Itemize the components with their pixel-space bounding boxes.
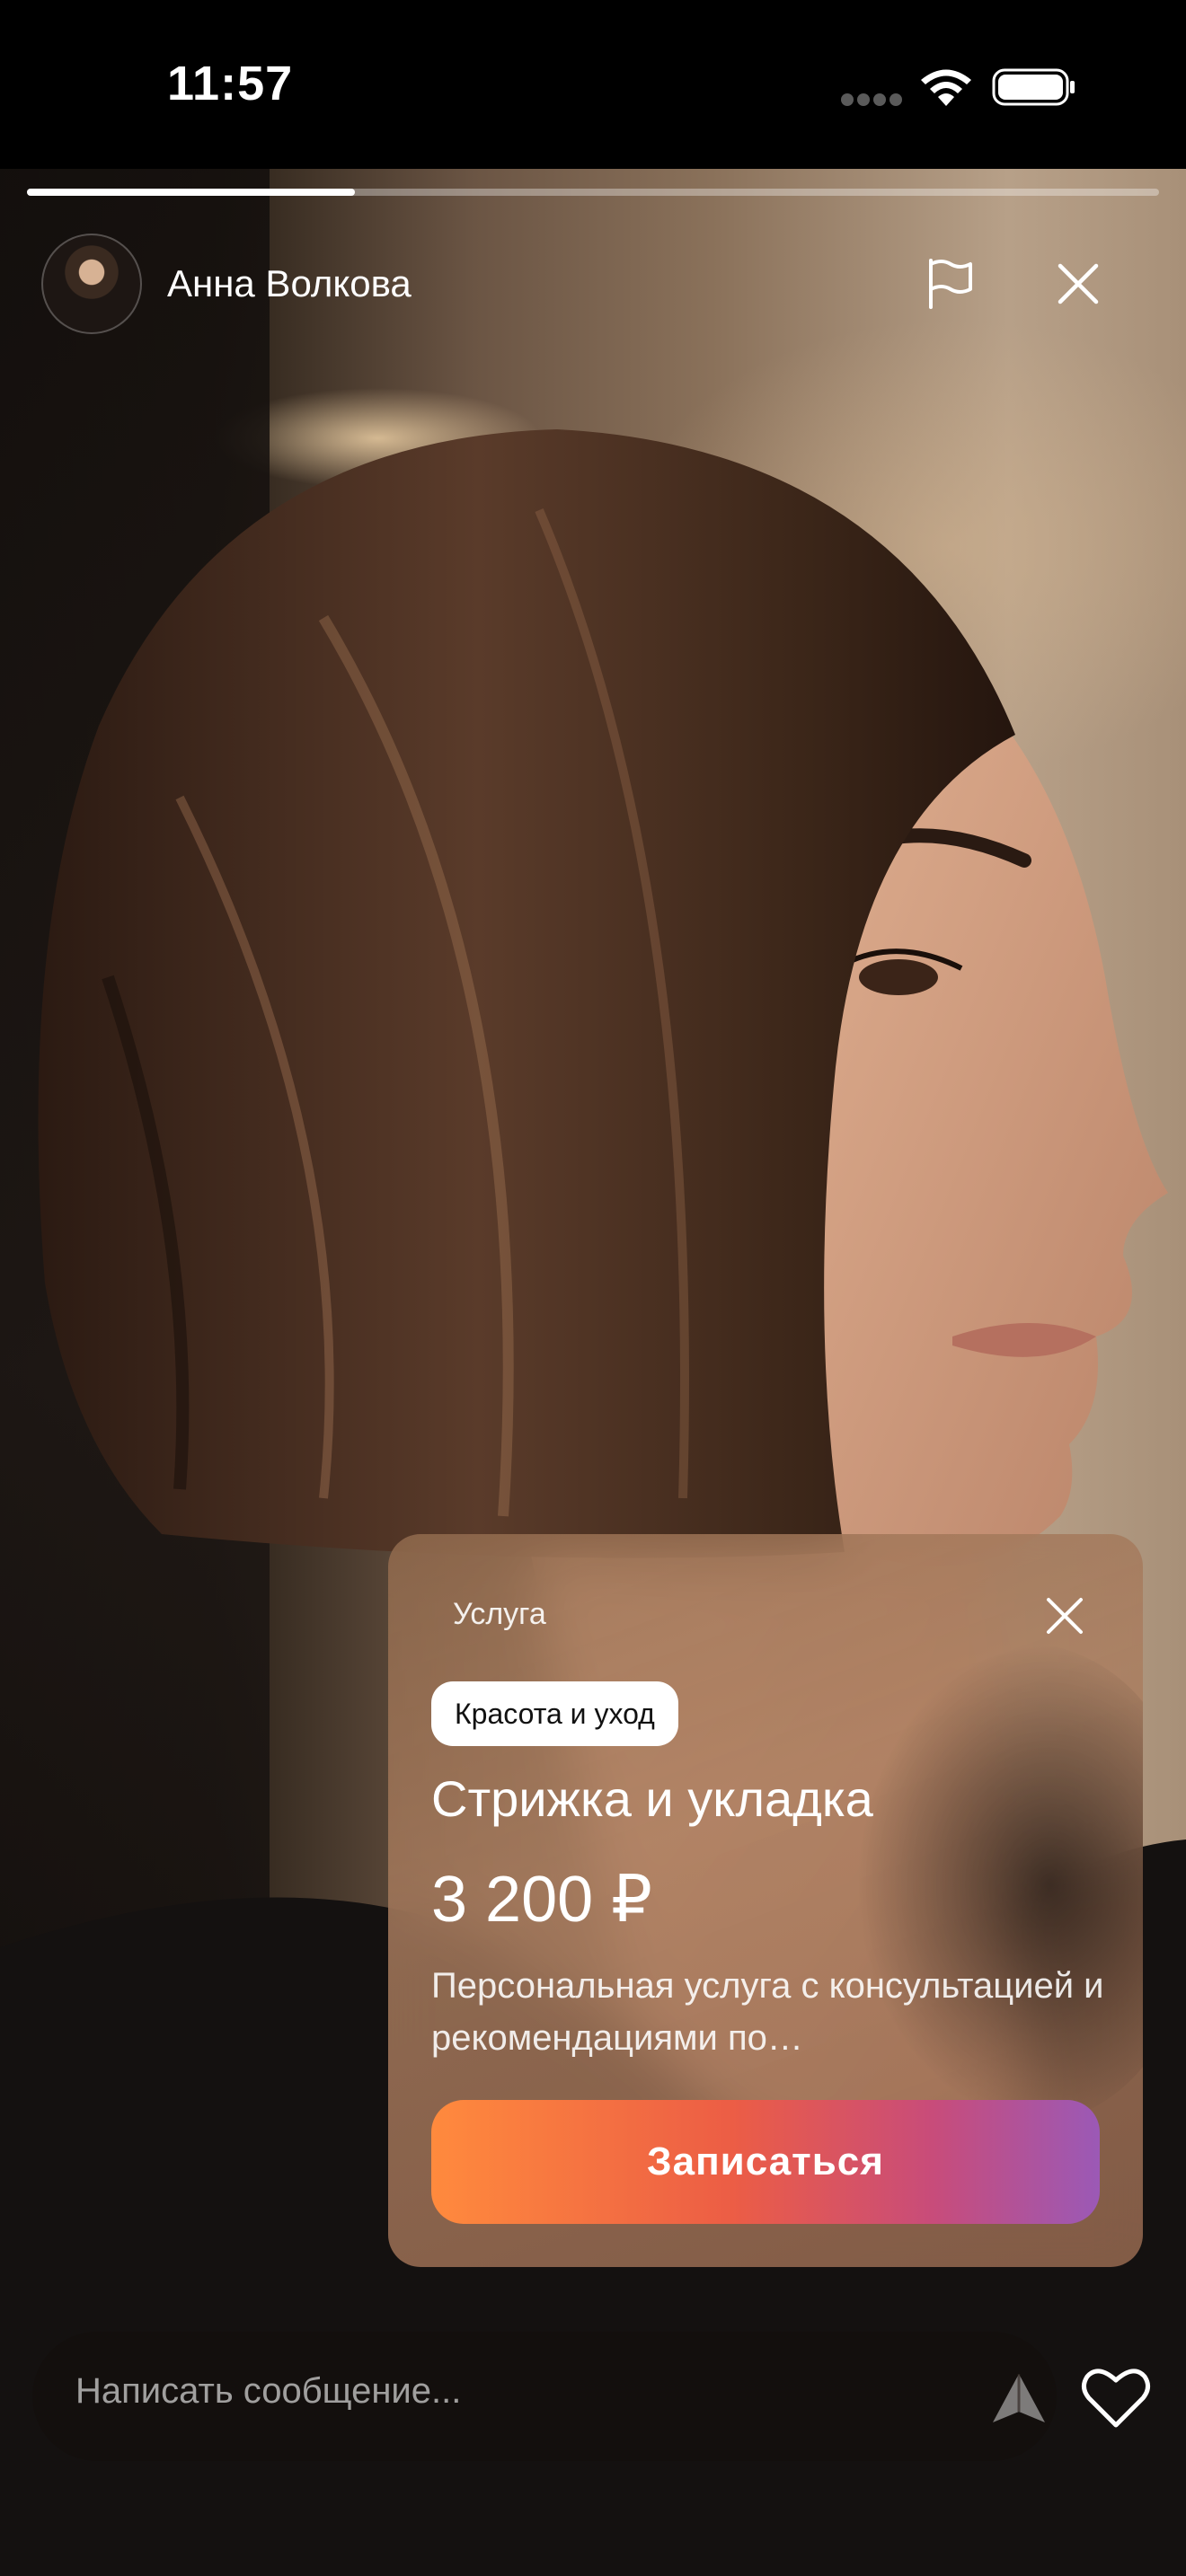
like-button[interactable]: [1078, 2360, 1154, 2436]
message-composer[interactable]: Написать сообщение...: [32, 2332, 1057, 2461]
heart-icon: [1082, 2369, 1150, 2428]
wifi-icon: [921, 69, 971, 106]
close-story-button[interactable]: [1042, 248, 1114, 320]
status-time: 11:57: [167, 57, 294, 110]
send-icon: [993, 2374, 1045, 2422]
status-bar: 11:57: [0, 0, 1186, 169]
card-close-button[interactable]: [1033, 1584, 1096, 1647]
author-avatar[interactable]: [41, 234, 142, 334]
close-icon: [1058, 263, 1099, 304]
report-button[interactable]: [915, 248, 987, 320]
story-header: Анна Волкова: [0, 225, 1186, 341]
battery-icon: [992, 68, 1075, 106]
story-progress-bar: [27, 189, 1159, 196]
cellular-signal-icon: [841, 93, 902, 106]
service-card: Услуга Красота и уход Стрижка и укладка …: [388, 1534, 1143, 2267]
service-price: 3 200 ₽: [431, 1864, 652, 1936]
send-button[interactable]: [987, 2366, 1051, 2430]
service-title: Стрижка и укладка: [431, 1770, 873, 1827]
message-input[interactable]: Написать сообщение...: [75, 2371, 884, 2412]
story-progress-fill: [27, 189, 356, 196]
close-icon: [1047, 1598, 1083, 1634]
card-type-label: Услуга: [453, 1597, 546, 1631]
author-name[interactable]: Анна Волкова: [167, 262, 412, 305]
service-description: Персональная услуга с консультацией и ре…: [431, 1966, 1104, 2058]
story-screen: 11:57 Анна Волкова Услуга Красота и уход…: [0, 0, 1186, 2576]
flag-icon: [929, 259, 972, 309]
book-button[interactable]: Записаться: [431, 2100, 1100, 2224]
category-tag: Красота и уход: [431, 1681, 678, 1746]
